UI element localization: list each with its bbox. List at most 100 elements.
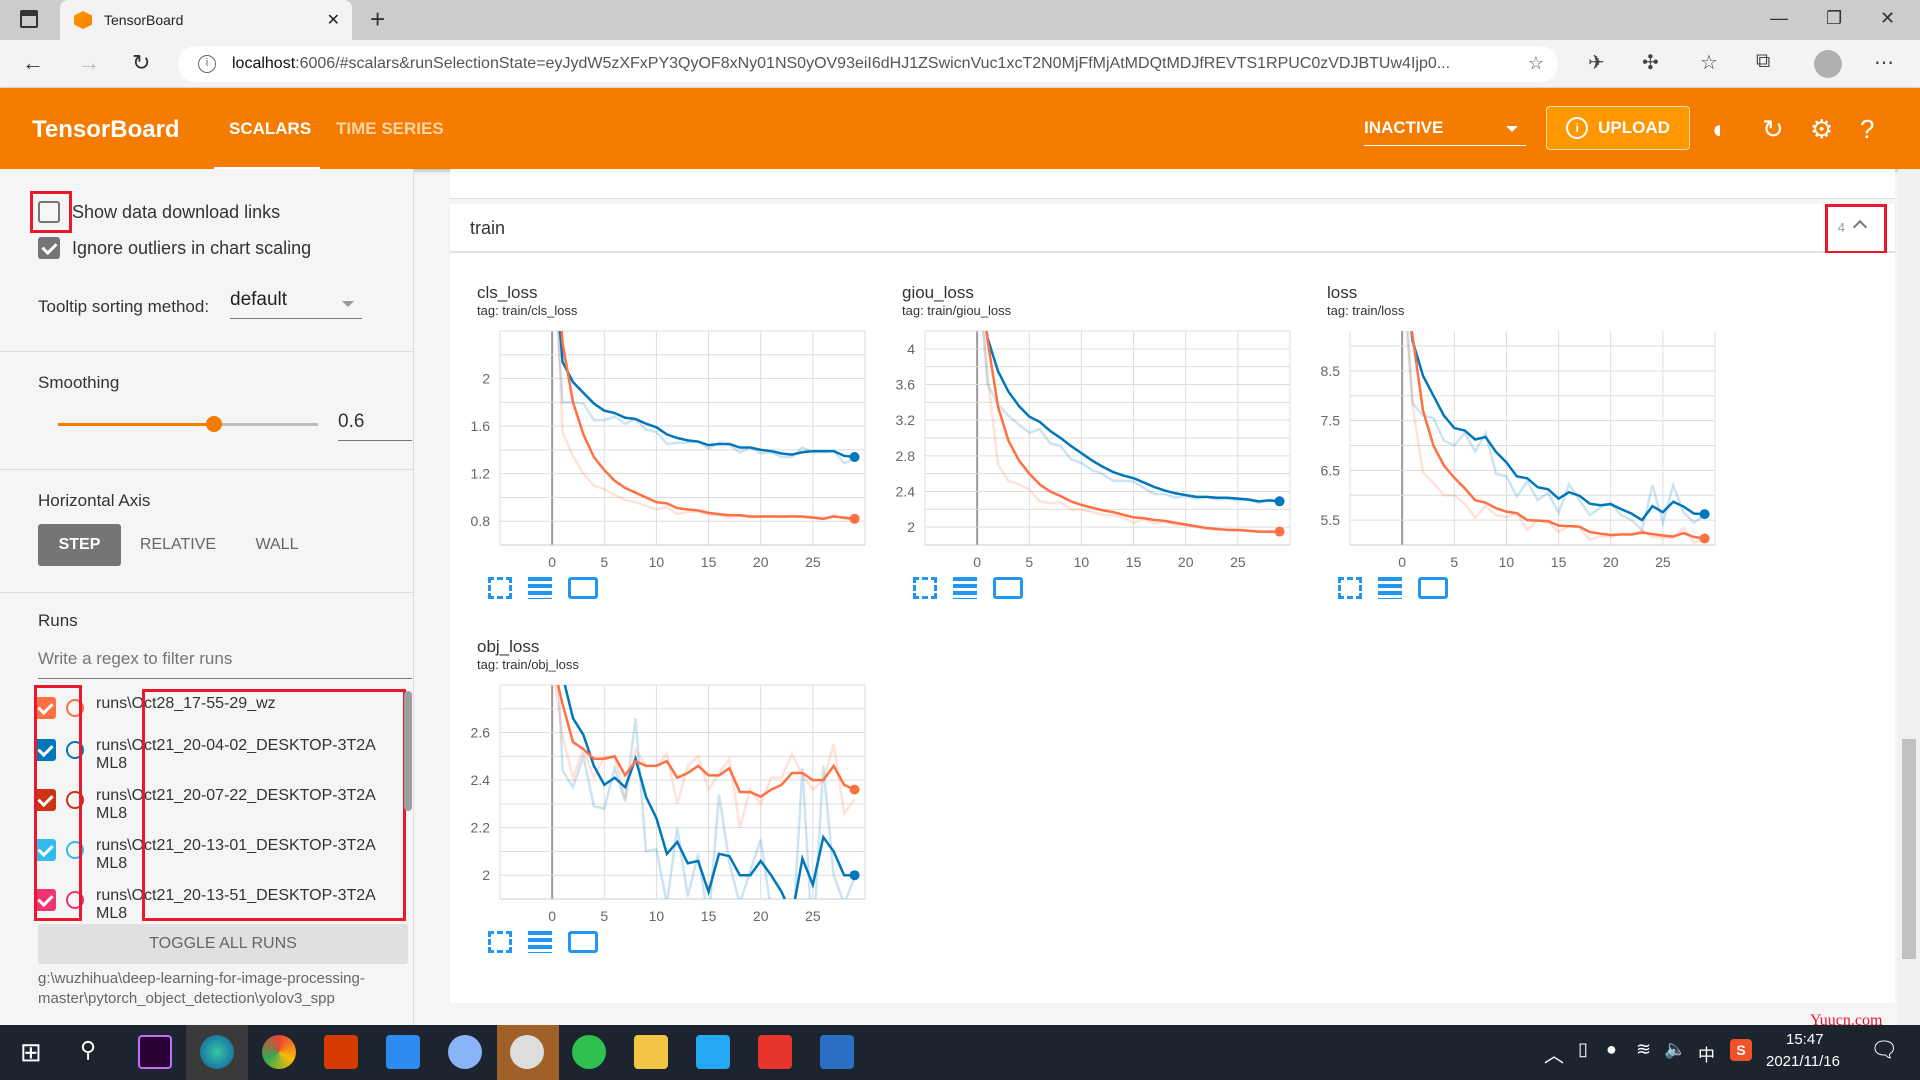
- maximize-icon[interactable]: ❐: [1826, 8, 1842, 29]
- site-info-icon[interactable]: i: [198, 55, 216, 73]
- collections-icon[interactable]: ⧉: [1756, 50, 1770, 73]
- new-tab-icon[interactable]: +: [370, 4, 385, 35]
- powershell-icon[interactable]: [820, 1035, 854, 1069]
- add-favorite-icon[interactable]: ☆: [1528, 53, 1544, 74]
- fullscreen-icon[interactable]: [1338, 577, 1362, 599]
- settings-gear-icon[interactable]: ⚙: [1810, 114, 1833, 145]
- theme-toggle-icon[interactable]: ◐: [1712, 114, 1728, 145]
- paint-icon[interactable]: [448, 1035, 482, 1069]
- clock-date[interactable]: 2021/11/16: [1766, 1053, 1840, 1070]
- close-tab-icon[interactable]: ✕: [327, 10, 340, 30]
- close-window-icon[interactable]: ✕: [1880, 8, 1895, 29]
- clock-time[interactable]: 15:47: [1786, 1031, 1824, 1048]
- y-tick-label: 2: [907, 519, 915, 535]
- browser-tab[interactable]: TensorBoard ✕: [60, 0, 352, 40]
- search-icon[interactable]: ⚲: [80, 1037, 96, 1063]
- runs-scrollbar[interactable]: [404, 691, 412, 811]
- vscode-icon[interactable]: [696, 1035, 730, 1069]
- tray-expand-icon[interactable]: ︿: [1544, 1039, 1564, 1068]
- fit-domain-icon[interactable]: [568, 577, 598, 599]
- toggle-all-runs-button[interactable]: TOGGLE ALL RUNS: [38, 924, 408, 964]
- tab-scalars[interactable]: SCALARS: [229, 119, 311, 139]
- series-end-marker: [849, 870, 860, 881]
- axis-relative-button[interactable]: RELATIVE: [136, 524, 220, 566]
- toggle-log-scale-icon[interactable]: [528, 931, 552, 953]
- ignore-outliers-row[interactable]: Ignore outliers in chart scaling: [38, 237, 311, 259]
- toggle-log-scale-icon[interactable]: [953, 577, 977, 599]
- annotation-highlight: [1825, 204, 1887, 254]
- forward-icon[interactable]: →: [78, 50, 100, 76]
- category-name: train: [470, 218, 506, 238]
- y-tick-label: 3.6: [896, 377, 916, 393]
- extension-icon[interactable]: ✈: [1588, 50, 1605, 75]
- url-input[interactable]: i localhost:6006/#scalars&runSelectionSt…: [178, 46, 1558, 82]
- fullscreen-icon[interactable]: [913, 577, 937, 599]
- page-scrollbar-thumb[interactable]: [1902, 739, 1916, 959]
- premiere-pro-icon[interactable]: [138, 1035, 172, 1069]
- toggle-log-scale-icon[interactable]: [528, 577, 552, 599]
- series-raw-line: [1406, 331, 1706, 533]
- fit-domain-icon[interactable]: [1418, 577, 1448, 599]
- series-end-marker: [849, 452, 860, 463]
- refresh-icon[interactable]: ↻: [132, 50, 150, 76]
- ime-indicator[interactable]: 中: [1698, 1041, 1715, 1066]
- wechat-icon[interactable]: [572, 1035, 606, 1069]
- usb-icon[interactable]: ▯: [1578, 1039, 1588, 1060]
- tab-actions-icon[interactable]: [20, 10, 38, 28]
- page-scrollbar[interactable]: [1898, 169, 1920, 1025]
- wps-icon[interactable]: [758, 1035, 792, 1069]
- volume-icon[interactable]: 🔈: [1664, 1039, 1686, 1060]
- profile-avatar[interactable]: [1814, 50, 1842, 78]
- x-tick-label: 0: [1398, 554, 1406, 570]
- qq-icon[interactable]: ●: [1606, 1039, 1617, 1060]
- back-icon[interactable]: ←: [22, 50, 44, 76]
- series-group: [556, 331, 855, 521]
- feishu-icon[interactable]: [386, 1035, 420, 1069]
- x-tick-label: 15: [701, 908, 717, 924]
- office-icon[interactable]: [324, 1035, 358, 1069]
- notifications-icon[interactable]: 🗨: [1870, 1037, 1898, 1063]
- category-header-train[interactable]: train 4: [450, 204, 1895, 254]
- wifi-icon[interactable]: ≋: [1636, 1039, 1651, 1060]
- fit-domain-icon[interactable]: [568, 931, 598, 953]
- ignore-outliers-checkbox[interactable]: [38, 237, 60, 259]
- reload-icon[interactable]: ↻: [1762, 114, 1784, 145]
- upload-button[interactable]: i UPLOAD: [1546, 106, 1690, 150]
- tooltip-sorting-select[interactable]: default: [230, 289, 362, 319]
- info-icon: i: [1566, 117, 1589, 139]
- series-smoothed-line: [985, 331, 1280, 503]
- favorites-icon[interactable]: ☆: [1700, 50, 1718, 75]
- smoothing-value-input[interactable]: 0.6: [338, 411, 412, 441]
- learning-app-icon[interactable]: [510, 1035, 544, 1069]
- chart-title: cls_loss: [477, 283, 538, 302]
- plugin-selector[interactable]: INACTIVE: [1364, 118, 1526, 146]
- dropdown-caret-icon: [1506, 126, 1518, 132]
- fit-domain-icon[interactable]: [993, 577, 1023, 599]
- show-download-links-row[interactable]: Show data download links: [38, 201, 280, 223]
- x-tick-label: 0: [548, 554, 556, 570]
- extensions-puzzle-icon[interactable]: ✣: [1642, 50, 1659, 75]
- y-tick-label: 2: [482, 371, 490, 387]
- url-path: :6006/#scalars&runSelectionState=eyJydW5…: [295, 55, 1451, 72]
- sogou-ime-icon[interactable]: S: [1730, 1039, 1752, 1061]
- chart-card-cls-loss: cls_loss tag: train/cls_loss 0.8 1.2 1.6 2 0 5 1…: [450, 283, 870, 623]
- fullscreen-icon[interactable]: [488, 931, 512, 953]
- smoothing-slider[interactable]: [58, 416, 318, 432]
- more-menu-icon[interactable]: ⋯: [1874, 50, 1894, 75]
- smoothing-slider-handle[interactable]: [206, 416, 222, 432]
- x-tick-label: 15: [701, 554, 717, 570]
- series-smoothed-line: [1410, 331, 1705, 522]
- runs-filter-input[interactable]: Write a regex to filter runs: [38, 649, 412, 679]
- chart-tag: tag: train/obj_loss: [477, 657, 579, 672]
- file-explorer-icon[interactable]: [634, 1035, 668, 1069]
- help-icon[interactable]: ?: [1860, 114, 1874, 145]
- tab-time-series[interactable]: TIME SERIES: [336, 119, 444, 139]
- windows-start-icon[interactable]: ⊞: [20, 1037, 42, 1068]
- chrome-icon[interactable]: [262, 1035, 296, 1069]
- axis-wall-button[interactable]: WALL: [240, 524, 314, 566]
- fullscreen-icon[interactable]: [488, 577, 512, 599]
- minimize-icon[interactable]: —: [1770, 8, 1788, 29]
- axis-step-button[interactable]: STEP: [38, 524, 121, 566]
- edge-icon[interactable]: [200, 1035, 234, 1069]
- toggle-log-scale-icon[interactable]: [1378, 577, 1402, 599]
